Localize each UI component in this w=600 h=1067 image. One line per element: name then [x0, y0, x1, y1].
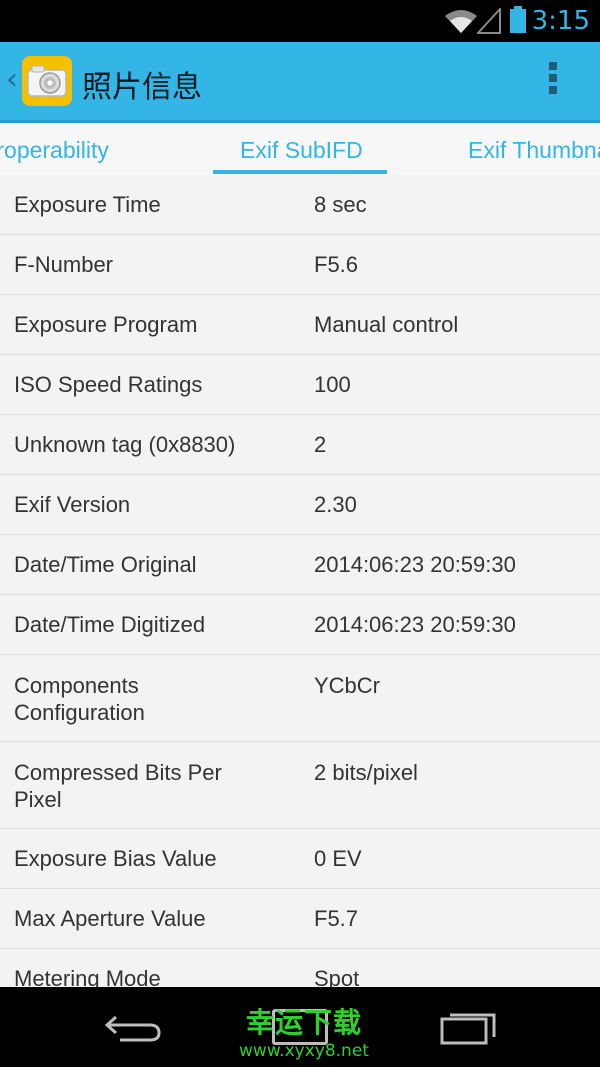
tab-exif-thumbnail[interactable]: Exif Thumbnail — [468, 137, 600, 164]
camera-app-icon[interactable] — [22, 56, 72, 106]
list-item[interactable]: Components Configuration YCbCr — [0, 655, 600, 742]
status-time: 3:15 — [531, 6, 590, 36]
tab-indicator — [213, 170, 387, 174]
row-value: YCbCr — [314, 673, 381, 698]
list-item[interactable]: ISO Speed Ratings 100 — [0, 355, 600, 415]
recent-apps-icon[interactable] — [440, 1007, 498, 1045]
tab-exif-subifd[interactable]: Exif SubIFD — [240, 137, 363, 164]
row-label: Exposure Time — [14, 192, 161, 217]
row-label: Exposure Program — [14, 312, 198, 337]
list-item[interactable]: Exif Version 2.30 — [0, 475, 600, 535]
row-value: 2 — [314, 432, 327, 457]
list-item[interactable]: Date/Time Original 2014:06:23 20:59:30 — [0, 535, 600, 595]
row-value: F5.7 — [314, 906, 359, 931]
battery-icon — [510, 6, 526, 33]
camera-icon — [27, 65, 67, 97]
row-label: Date/Time Digitized — [14, 612, 206, 637]
row-label: Compressed Bits Per Pixel — [14, 760, 222, 812]
row-label: Exposure Bias Value — [14, 846, 217, 871]
row-value: 2.30 — [314, 492, 357, 517]
list-item[interactable]: Exposure Program Manual control — [0, 295, 600, 355]
list-item[interactable]: Exposure Time 8 sec — [0, 175, 600, 235]
wifi-icon — [445, 10, 477, 33]
navigation-bar: 幸运下载 www.xyxy8.net — [0, 987, 600, 1067]
row-label: ISO Speed Ratings — [14, 372, 203, 397]
row-label: Unknown tag (0x8830) — [14, 432, 236, 457]
row-value: Manual control — [314, 312, 459, 337]
tab-strip: Interoperability Exif SubIFD Exif Thumbn… — [0, 123, 600, 176]
action-bar: ‹ 照片信息 — [0, 42, 600, 120]
status-bar: 3:15 — [0, 0, 600, 42]
row-label: Max Aperture Value — [14, 906, 206, 931]
list-item[interactable]: Date/Time Digitized 2014:06:23 20:59:30 — [0, 595, 600, 655]
watermark-title: 幸运下载 — [245, 1006, 362, 1039]
row-label: F-Number — [14, 252, 114, 277]
row-label: Components Configuration — [14, 673, 145, 725]
row-value: 2014:06:23 20:59:30 — [314, 552, 516, 577]
row-value: 0 EV — [314, 846, 362, 871]
watermark: 幸运下载 www.xyxy8.net — [224, 1001, 384, 1061]
row-label: Date/Time Original — [14, 552, 197, 577]
list-item[interactable]: Unknown tag (0x8830) 2 — [0, 415, 600, 475]
list-item[interactable]: Max Aperture Value F5.7 — [0, 889, 600, 949]
row-label: Exif Version — [14, 492, 131, 517]
list-item[interactable]: Metering Mode Spot — [0, 949, 600, 987]
watermark-url: www.xyxy8.net — [239, 1041, 369, 1061]
row-value: 8 sec — [314, 192, 367, 217]
signal-icon — [477, 8, 501, 34]
exif-list[interactable]: Exposure Time 8 sec F-Number F5.6 Exposu… — [0, 175, 600, 987]
row-value: 2014:06:23 20:59:30 — [314, 612, 516, 637]
list-item[interactable]: Exposure Bias Value 0 EV — [0, 829, 600, 889]
back-chevron-icon[interactable]: ‹ — [6, 62, 18, 97]
list-item[interactable]: Compressed Bits Per Pixel 2 bits/pixel — [0, 742, 600, 829]
overflow-menu-icon[interactable] — [543, 62, 563, 102]
list-item[interactable]: F-Number F5.6 — [0, 235, 600, 295]
page-title: 照片信息 — [82, 70, 202, 105]
row-label: Metering Mode — [14, 966, 161, 987]
row-value: 100 — [314, 372, 351, 397]
row-value: Spot — [314, 966, 360, 987]
back-icon[interactable] — [104, 1013, 162, 1043]
tab-interoperability[interactable]: Interoperability — [0, 137, 109, 164]
row-value: F5.6 — [314, 252, 359, 277]
row-value: 2 bits/pixel — [314, 760, 418, 785]
